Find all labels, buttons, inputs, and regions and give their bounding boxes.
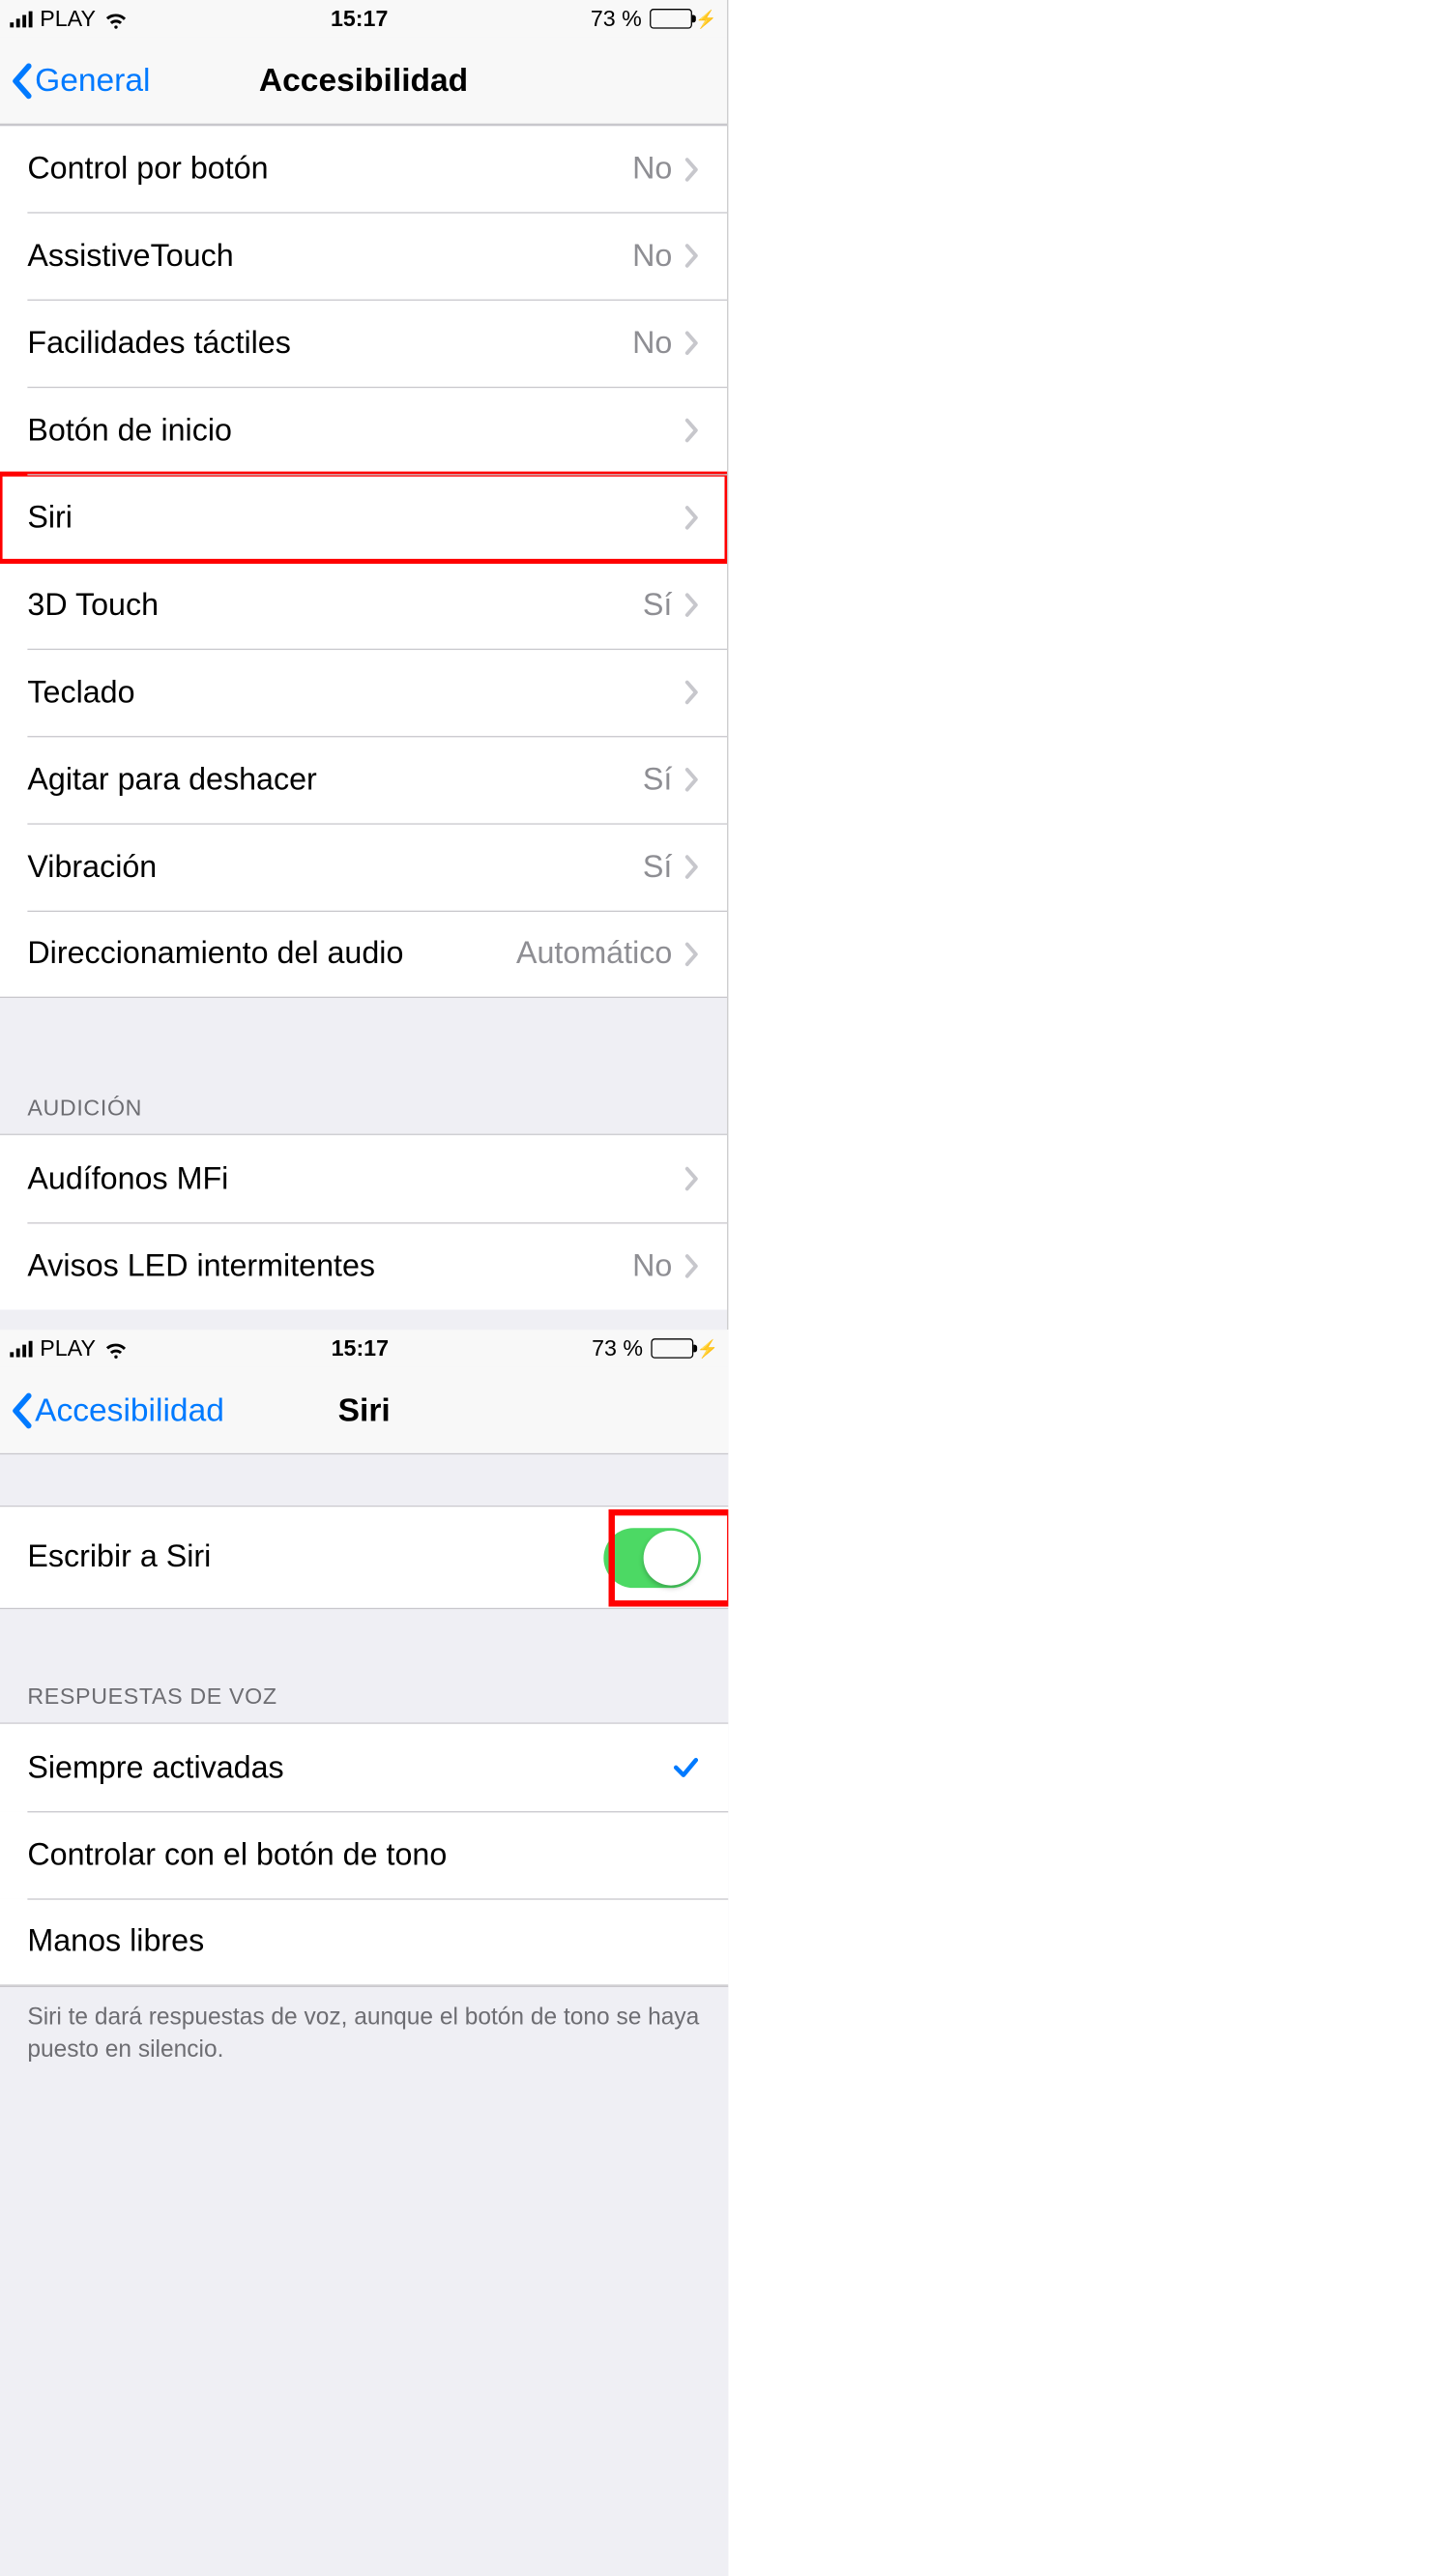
chevron-right-icon [684, 157, 699, 182]
status-bar: PLAY 15:17 73 % ⚡ [0, 0, 727, 38]
battery-icon [650, 9, 692, 29]
chevron-right-icon [684, 767, 699, 792]
back-label: Accesibilidad [35, 1390, 224, 1429]
cellular-signal-icon [10, 1339, 32, 1357]
row-label: Control por botón [27, 151, 632, 187]
chevron-right-icon [684, 941, 699, 966]
row-escribir-a-siri[interactable]: Escribir a Siri [0, 1507, 728, 1609]
page-title: Siri [338, 1390, 391, 1429]
chevron-right-icon [684, 593, 699, 618]
row-label: Manos libres [27, 1923, 701, 1959]
status-bar: PLAY 15:17 73 % ⚡ [0, 1330, 728, 1367]
row-teclado[interactable]: Teclado [0, 649, 727, 736]
nav-bar: General Accesibilidad [0, 38, 727, 125]
row-label: 3D Touch [27, 587, 642, 623]
carrier-label: PLAY [40, 6, 96, 32]
charging-bolt-icon: ⚡ [697, 1338, 718, 1360]
chevron-right-icon [684, 1166, 699, 1191]
cellular-signal-icon [10, 10, 32, 27]
toggle-escribir-siri[interactable] [603, 1528, 701, 1588]
row-siempre-activadas[interactable]: Siempre activadas [0, 1724, 728, 1811]
row-avisos-led[interactable]: Avisos LED intermitentes No [0, 1222, 727, 1309]
charging-bolt-icon: ⚡ [695, 8, 716, 29]
row-label: Controlar con el botón de tono [27, 1837, 701, 1873]
row-label: Escribir a Siri [27, 1539, 603, 1575]
row-value: Sí [643, 587, 672, 623]
chevron-right-icon [684, 855, 699, 880]
row-controlar-boton-tono[interactable]: Controlar con el botón de tono [0, 1811, 728, 1898]
row-label: Teclado [27, 674, 684, 710]
wifi-icon [103, 1336, 129, 1361]
chevron-right-icon [684, 1253, 699, 1278]
row-audifonos-mfi[interactable]: Audífonos MFi [0, 1135, 727, 1222]
section-footer-text: Siri te dará respuestas de voz, aunque e… [0, 1986, 728, 2092]
row-value: Automático [516, 936, 672, 972]
row-value: Sí [643, 849, 672, 885]
chevron-right-icon [684, 244, 699, 269]
page-title: Accesibilidad [259, 61, 468, 100]
battery-percent-label: 73 % [592, 1335, 643, 1361]
settings-list: Control por botón No AssistiveTouch No F… [0, 125, 727, 1310]
screen-siri: PLAY 15:17 73 % ⚡ Accesibilidad Siri Esc… [0, 1330, 728, 2576]
row-value: No [632, 238, 672, 274]
row-label: Siempre activadas [27, 1749, 671, 1785]
carrier-label: PLAY [40, 1335, 96, 1361]
row-label: Facilidades táctiles [27, 325, 632, 361]
battery-percent-label: 73 % [591, 6, 642, 32]
section-spacer [0, 1454, 728, 1507]
row-label: Botón de inicio [27, 412, 684, 448]
row-facilidades-tactiles[interactable]: Facilidades táctiles No [0, 300, 727, 387]
row-3d-touch[interactable]: 3D Touch Sí [0, 562, 727, 649]
row-value: No [632, 151, 672, 187]
back-label: General [35, 61, 150, 100]
empty-space [0, 2091, 728, 2576]
section-header-respuestas-voz: RESPUESTAS DE VOZ [0, 1609, 728, 1724]
row-label: Direccionamiento del audio [27, 936, 516, 972]
row-label: Agitar para deshacer [27, 762, 642, 798]
nav-bar: Accesibilidad Siri [0, 1367, 728, 1454]
battery-icon [651, 1338, 693, 1359]
row-value: No [632, 1248, 672, 1284]
row-value: No [632, 325, 672, 361]
row-label: AssistiveTouch [27, 238, 632, 274]
back-button[interactable]: General [10, 61, 150, 100]
row-control-por-boton[interactable]: Control por botón No [0, 125, 727, 212]
section-header-audicion: AUDICIÓN [0, 998, 727, 1135]
row-label: Vibración [27, 849, 642, 885]
row-manos-libres[interactable]: Manos libres [0, 1898, 728, 1985]
row-label: Avisos LED intermitentes [27, 1248, 632, 1284]
screen-accessibility: PLAY 15:17 73 % ⚡ General Accesibilidad … [0, 0, 728, 1330]
status-time: 15:17 [331, 6, 388, 32]
back-button[interactable]: Accesibilidad [10, 1390, 224, 1429]
row-label: Audífonos MFi [27, 1160, 684, 1196]
wifi-icon [103, 6, 129, 31]
chevron-right-icon [684, 418, 699, 443]
row-direccionamiento-audio[interactable]: Direccionamiento del audio Automático [0, 911, 727, 998]
checkmark-icon [671, 1752, 701, 1782]
row-siri[interactable]: Siri [0, 474, 727, 561]
row-label: Siri [27, 500, 684, 536]
row-agitar-deshacer[interactable]: Agitar para deshacer Sí [0, 736, 727, 823]
status-time: 15:17 [332, 1335, 389, 1361]
row-value: Sí [643, 762, 672, 798]
chevron-right-icon [684, 680, 699, 705]
row-vibracion[interactable]: Vibración Sí [0, 823, 727, 910]
chevron-right-icon [684, 331, 699, 356]
row-boton-inicio[interactable]: Botón de inicio [0, 387, 727, 474]
chevron-right-icon [684, 505, 699, 530]
row-assistivetouch[interactable]: AssistiveTouch No [0, 212, 727, 299]
